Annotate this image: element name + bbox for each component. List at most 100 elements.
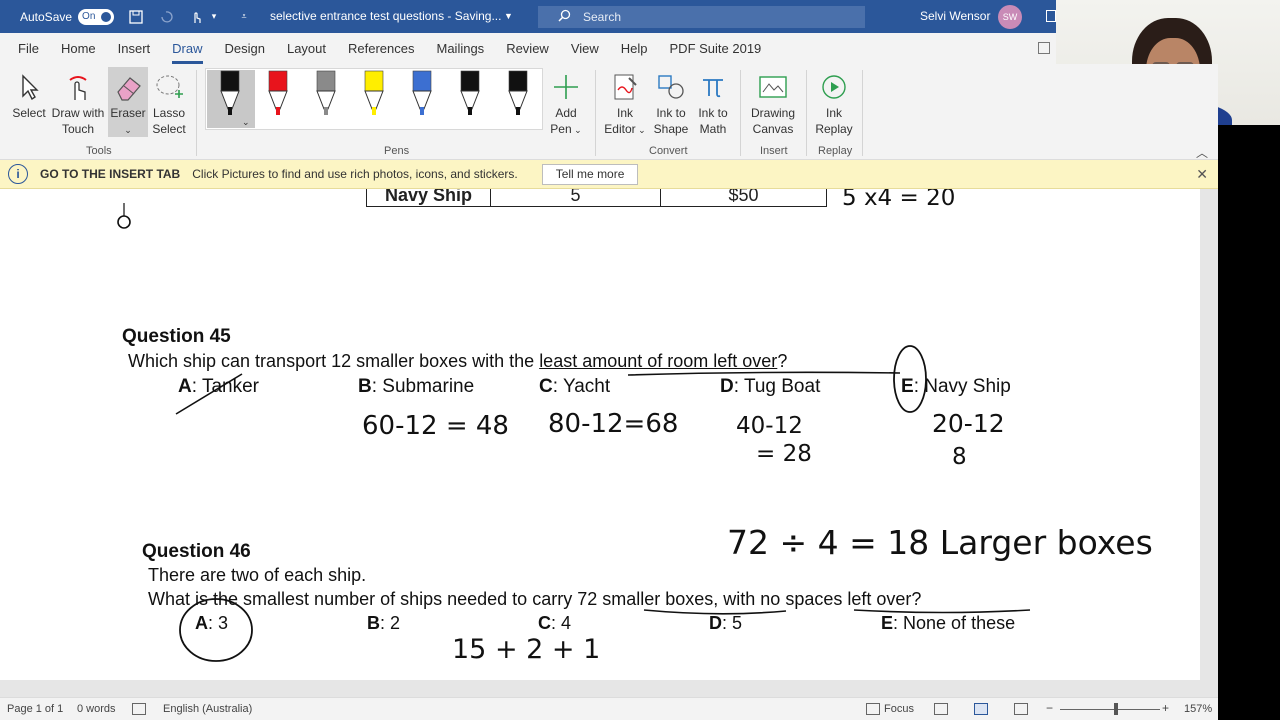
tab-references[interactable]: References <box>348 41 414 56</box>
draw-touch-label-2: Touch <box>61 122 95 136</box>
convert-group-label: Convert <box>649 145 688 157</box>
zoom-slider-thumb[interactable] <box>1114 703 1118 715</box>
ink-shape-label-2: Shape <box>653 122 689 136</box>
eraser-chevron-icon: ⌄ <box>124 125 132 135</box>
undo-icon[interactable] <box>158 9 174 25</box>
replay-icon <box>822 75 846 99</box>
print-layout-icon[interactable] <box>974 703 988 715</box>
pens-gallery: ⌄ <box>205 68 543 130</box>
autosave-toggle[interactable]: On <box>78 8 115 25</box>
autosave-state: On <box>82 11 96 22</box>
draw-with-touch-button[interactable]: Draw with Touch <box>50 72 106 137</box>
share-icon[interactable] <box>1038 42 1050 54</box>
add-pen-button[interactable]: Add Pen ⌄ <box>548 72 584 138</box>
replay-label-2: Replay <box>815 122 853 136</box>
info-title: GO TO THE INSERT TAB <box>40 167 181 181</box>
lasso-label-2: Select <box>152 122 186 136</box>
tab-insert[interactable]: Insert <box>118 41 151 56</box>
tab-review[interactable]: Review <box>506 41 549 56</box>
tab-pdf-suite[interactable]: PDF Suite 2019 <box>670 41 762 56</box>
toggle-knob <box>101 11 112 22</box>
focus-label[interactable]: Focus <box>884 703 914 715</box>
plus-icon <box>554 75 578 99</box>
eraser-label: Eraser <box>110 106 146 120</box>
tools-group-label: Tools <box>86 145 112 157</box>
collapse-ribbon-icon[interactable]: ︿ <box>1196 144 1208 161</box>
document-title[interactable]: selective entrance test questions - Savi… <box>270 9 501 23</box>
search-box[interactable]: Search <box>538 6 865 28</box>
ink-strike-tanker <box>175 373 243 415</box>
pen-swatch[interactable] <box>316 70 336 115</box>
pen-swatch[interactable] <box>412 70 432 115</box>
insert-group-label: Insert <box>760 145 788 157</box>
ink-replay-button[interactable]: Ink Replay <box>812 72 856 137</box>
avatar[interactable]: SW <box>998 5 1022 29</box>
draw-touch-label-1: Draw with <box>51 106 105 120</box>
tab-home[interactable]: Home <box>61 41 96 56</box>
draw-with-touch-icon <box>69 76 87 100</box>
search-placeholder: Search <box>583 10 622 24</box>
pen-swatch[interactable] <box>508 70 528 115</box>
pen-swatch[interactable] <box>364 70 384 115</box>
select-arrow-icon <box>22 74 39 101</box>
web-layout-icon[interactable] <box>1014 703 1028 715</box>
touch-mode-icon[interactable] <box>188 9 204 25</box>
ink-circle-answer-e <box>893 345 927 413</box>
tab-draw[interactable]: Draw <box>172 41 203 64</box>
ink-to-math-button[interactable]: Ink to Math <box>694 72 732 137</box>
page-count[interactable]: Page 1 of 1 <box>7 703 63 715</box>
close-icon[interactable]: ✕ <box>1196 166 1208 183</box>
tab-mailings[interactable]: Mailings <box>437 41 485 56</box>
zoom-level[interactable]: 157% <box>1184 703 1212 715</box>
replay-group-label: Replay <box>818 145 853 157</box>
proofing-icon[interactable] <box>132 703 146 715</box>
save-icon[interactable] <box>128 9 144 25</box>
ink-to-shape-button[interactable]: Ink to Shape <box>650 72 692 137</box>
customize-qat-icon[interactable]: ⩡ <box>236 9 252 25</box>
tab-file[interactable]: File <box>18 41 39 56</box>
drawing-canvas-icon <box>759 76 787 98</box>
word-count[interactable]: 0 words <box>77 703 116 715</box>
tab-view[interactable]: View <box>571 41 599 56</box>
pen-swatch[interactable] <box>220 70 240 115</box>
language[interactable]: English (Australia) <box>163 703 252 715</box>
pens-svg: ⌄ <box>220 70 528 127</box>
tab-design[interactable]: Design <box>225 41 265 56</box>
ink-editor-button[interactable]: Ink Editor ⌄ <box>602 72 648 138</box>
ribbon-separator <box>740 70 741 156</box>
eraser-button[interactable]: Eraser ⌄ <box>108 72 148 138</box>
ink-circle-mark <box>117 215 131 229</box>
tab-help[interactable]: Help <box>621 41 648 56</box>
chevron-down-icon[interactable]: ▾ <box>206 9 222 25</box>
ribbon-display-icon[interactable] <box>1046 10 1056 22</box>
drawing-canvas-button[interactable]: Drawing Canvas <box>748 72 798 137</box>
ink-editor-label-1: Ink <box>616 106 633 120</box>
pen-swatch[interactable] <box>268 70 288 115</box>
ink-shape-label-1: Ink to <box>656 106 686 120</box>
pen-swatch[interactable] <box>460 70 480 115</box>
lasso-icon <box>156 75 183 98</box>
ribbon-separator <box>806 70 807 156</box>
add-pen-chevron-icon: ⌄ <box>571 125 582 135</box>
tab-layout[interactable]: Layout <box>287 41 326 56</box>
focus-icon[interactable] <box>866 703 880 715</box>
lasso-select-button[interactable]: Lasso Select <box>150 72 188 137</box>
ribbon-separator <box>595 70 596 156</box>
info-icon: i <box>8 164 28 184</box>
select-button[interactable]: Select <box>10 72 48 121</box>
read-mode-icon[interactable] <box>934 703 948 715</box>
ink-editor-icon <box>614 74 637 100</box>
pen-chevron-icon[interactable]: ⌄ <box>242 117 250 127</box>
zoom-out-icon[interactable]: − <box>1046 701 1053 715</box>
pi-icon <box>703 79 723 98</box>
zoom-in-icon[interactable]: + <box>1162 701 1169 715</box>
ink-underline-least-room <box>627 371 901 376</box>
user-name[interactable]: Selvi Wensor <box>920 9 990 23</box>
title-dropdown-icon[interactable]: ▼ <box>504 11 513 21</box>
ink-math-label-2: Math <box>699 122 727 136</box>
document-page[interactable]: Navy Ship 5 $50 5 x4 = 20 Question 45 Wh… <box>0 189 1200 680</box>
tell-me-more-button[interactable]: Tell me more <box>541 163 639 185</box>
zoom-slider[interactable] <box>1060 709 1160 710</box>
eraser-icon <box>117 77 141 101</box>
document-area[interactable]: Navy Ship 5 $50 5 x4 = 20 Question 45 Wh… <box>0 189 1218 680</box>
